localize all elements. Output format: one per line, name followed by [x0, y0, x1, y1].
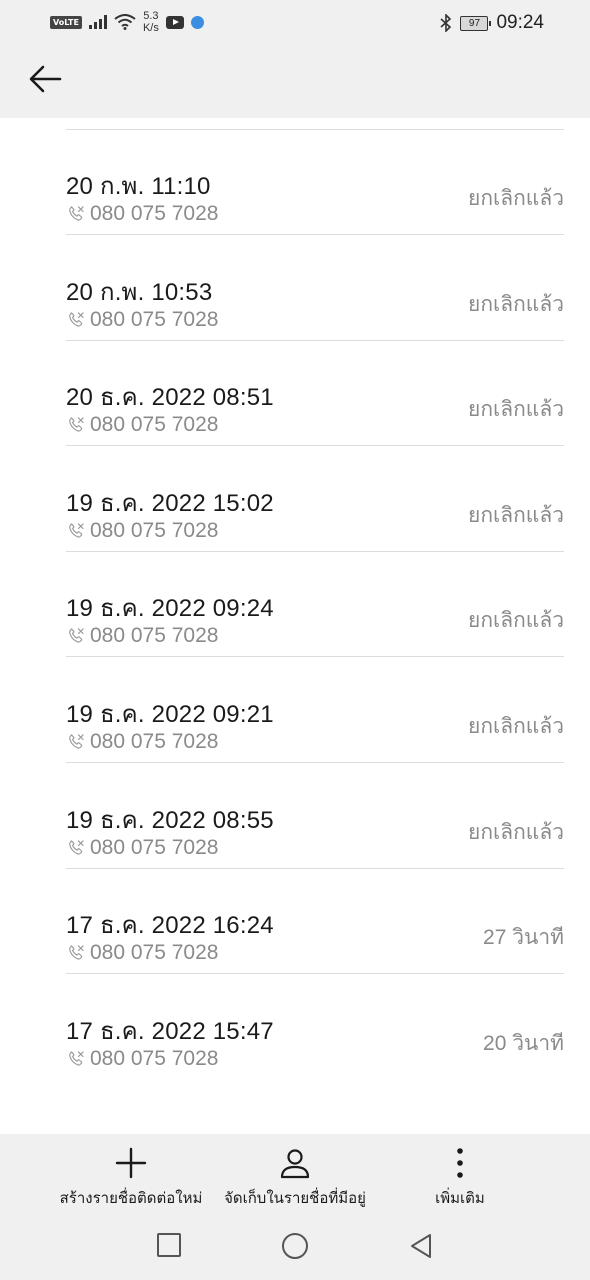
call-log-row[interactable]: 20 ก.พ. 11:10 080 075 7028 ยกเลิกแล้ว: [66, 130, 564, 235]
call-status: ยกเลิกแล้ว: [468, 187, 564, 210]
call-log-row[interactable]: 17 ธ.ค. 2022 16:24 080 075 7028 27 วินาท…: [66, 869, 564, 975]
back-triangle-icon[interactable]: [408, 1232, 434, 1260]
call-number-line: 080 075 7028: [66, 941, 218, 965]
cancelled-call-icon: [69, 417, 84, 432]
call-date: 19 ธ.ค. 2022 09:24: [66, 595, 274, 623]
save-to-existing-button[interactable]: จัดเก็บในรายชื่อที่มีอยู่: [220, 1146, 370, 1210]
call-number: 080 075 7028: [90, 1046, 219, 1070]
call-number: 080 075 7028: [90, 413, 219, 437]
call-number-line: 080 075 7028: [66, 413, 218, 437]
call-number: 080 075 7028: [90, 941, 219, 965]
call-status: ยกเลิกแล้ว: [468, 715, 564, 738]
bottom-action-bar: สร้างรายชื่อติดต่อใหม่ จัดเก็บในรายชื่อท…: [0, 1134, 590, 1280]
status-right: 97 09:24: [440, 12, 544, 34]
network-speed: 5.3 K/s: [143, 10, 159, 34]
call-number-line: 080 075 7028: [66, 836, 218, 860]
call-number-line: 080 075 7028: [66, 202, 218, 226]
bluetooth-icon: [440, 14, 452, 32]
call-log-row[interactable]: 19 ธ.ค. 2022 09:21 080 075 7028 ยกเลิกแล…: [66, 658, 564, 763]
call-number: 080 075 7028: [90, 202, 219, 225]
more-vertical-icon: [457, 1148, 463, 1178]
cancelled-call-icon: [69, 839, 84, 855]
call-number-line: 080 075 7028: [66, 308, 218, 332]
call-log-row[interactable]: 20 ธ.ค. 2022 08:51 080 075 7028 ยกเลิกแล…: [66, 341, 564, 447]
call-status: ยกเลิกแล้ว: [468, 820, 564, 844]
call-number-line: 080 075 7028: [66, 1047, 218, 1071]
speed-unit: K/s: [142, 22, 159, 34]
call-log-row[interactable]: 19 ธ.ค. 2022 08:55 080 075 7028 ยกเลิกแล…: [66, 764, 564, 869]
person-icon: [280, 1149, 310, 1179]
speed-value: 5.3: [143, 10, 159, 22]
home-circle-icon[interactable]: [281, 1232, 309, 1260]
call-number: 080 075 7028: [90, 730, 219, 753]
cancelled-call-icon: [69, 1051, 84, 1066]
call-status: 27 วินาที: [483, 926, 564, 950]
volte-badge: VoLTE: [50, 15, 82, 29]
call-date: 17 ธ.ค. 2022 16:24: [66, 912, 274, 940]
signal-icon: [88, 15, 107, 29]
cancelled-call-icon: [69, 628, 84, 644]
call-status: ยกเลิกแล้ว: [468, 609, 564, 633]
app-notification-icon: [190, 15, 204, 29]
more-label: เพิ่มเติม: [435, 1190, 485, 1207]
call-number: 080 075 7028: [90, 307, 219, 331]
call-date: 20 ก.พ. 10:53: [66, 278, 213, 306]
more-button[interactable]: เพิ่มเติม: [410, 1146, 510, 1210]
youtube-icon: [165, 15, 184, 29]
call-date: 19 ธ.ค. 2022 15:02: [66, 489, 274, 517]
call-number-line: 080 075 7028: [66, 519, 218, 543]
navigation-bar: [0, 1232, 590, 1262]
wifi-icon: [114, 14, 136, 30]
cancelled-call-icon: [69, 734, 84, 749]
status-left: VoLTE 5.3 K/s: [50, 10, 204, 34]
cancelled-call-icon: [69, 206, 84, 221]
call-date: 19 ธ.ค. 2022 09:21: [66, 701, 274, 728]
call-status: ยกเลิกแล้ว: [468, 503, 564, 527]
plus-icon: [115, 1147, 147, 1179]
create-contact-button[interactable]: สร้างรายชื่อติดต่อใหม่: [56, 1146, 206, 1210]
call-number-line: 080 075 7028: [66, 624, 218, 648]
cancelled-call-icon: [69, 311, 84, 327]
call-status: ยกเลิกแล้ว: [468, 398, 564, 422]
call-log-row[interactable]: 17 ธ.ค. 2022 15:47 080 075 7028 20 วินาท…: [66, 975, 564, 1080]
call-status: 20 วินาที: [483, 1031, 564, 1055]
battery-icon: 97: [460, 15, 492, 31]
call-log-row[interactable]: 19 ธ.ค. 2022 15:02 080 075 7028 ยกเลิกแล…: [66, 447, 564, 552]
call-date: 20 ธ.ค. 2022 08:51: [66, 384, 274, 412]
create-contact-label: สร้างรายชื่อติดต่อใหม่: [59, 1190, 203, 1207]
cancelled-call-icon: [69, 523, 84, 538]
back-button[interactable]: [24, 60, 68, 100]
clock: 09:24: [496, 12, 544, 33]
status-bar: VoLTE 5.3 K/s 97 09:24: [0, 0, 590, 46]
call-log-row[interactable]: 20 ก.พ. 10:53 080 075 7028 ยกเลิกแล้ว: [66, 236, 564, 341]
recents-square-icon[interactable]: [156, 1232, 182, 1258]
call-log-row[interactable]: 19 ธ.ค. 2022 09:24 080 075 7028 ยกเลิกแล…: [66, 552, 564, 658]
toolbar: [0, 46, 590, 118]
call-number: 080 075 7028: [90, 835, 219, 859]
call-status: ยกเลิกแล้ว: [468, 292, 564, 316]
call-date: 20 ก.พ. 11:10: [66, 173, 211, 200]
cancelled-call-icon: [69, 945, 84, 960]
call-number: 080 075 7028: [90, 624, 219, 648]
call-number-line: 080 075 7028: [66, 730, 218, 754]
arrow-left-icon: [29, 65, 62, 93]
call-date: 19 ธ.ค. 2022 08:55: [66, 806, 274, 834]
call-date: 17 ธ.ค. 2022 15:47: [66, 1017, 274, 1045]
call-number: 080 075 7028: [90, 518, 219, 542]
save-to-existing-label: จัดเก็บในรายชื่อที่มีอยู่: [224, 1190, 366, 1207]
